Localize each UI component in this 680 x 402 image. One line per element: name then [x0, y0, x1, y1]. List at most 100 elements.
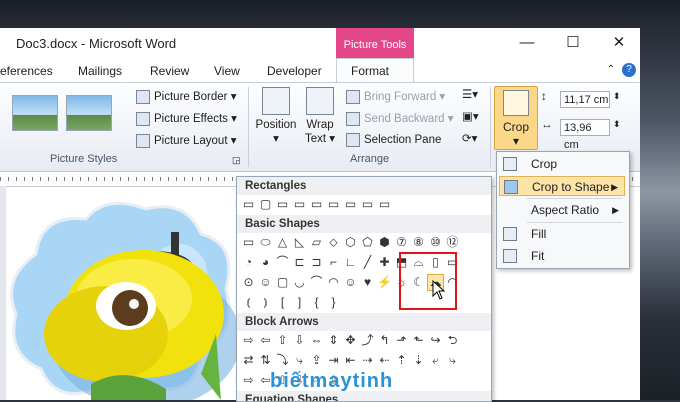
curved-right-arrow-shape[interactable]: ↪: [428, 333, 443, 348]
curved-left-arrow-shape[interactable]: ⮌: [445, 333, 460, 348]
chord-shape[interactable]: ◕: [258, 255, 273, 270]
wrap-text-button[interactable]: Wrap Text ▾: [302, 87, 338, 145]
down-arrow-shape[interactable]: ⇩: [292, 333, 307, 348]
shape-width-input[interactable]: 13,96 cm: [560, 119, 610, 151]
position-button[interactable]: Position ▾: [254, 87, 298, 145]
notched-arrow-shape[interactable]: ⇅: [258, 353, 273, 368]
oval-shape[interactable]: ⬭: [258, 235, 273, 250]
curved-up-arrow-shape[interactable]: ⤷: [292, 353, 307, 368]
tab-format[interactable]: Format: [336, 58, 414, 82]
curved-down-arrow-shape[interactable]: ⤵: [275, 353, 290, 368]
left-right-arrow-callout-shape[interactable]: ⤶: [428, 353, 443, 368]
tab-developer[interactable]: Developer: [267, 64, 322, 78]
left-arrow-callout-shape[interactable]: ⇠: [377, 353, 392, 368]
block-arc-shape[interactable]: ▢: [275, 275, 290, 290]
frame-shape[interactable]: ⊏: [292, 255, 307, 270]
menu-item-aspect-ratio[interactable]: Aspect Ratio ▶: [499, 200, 625, 220]
shape-height-input[interactable]: 11,17 cm: [560, 91, 610, 108]
dialog-launcher-icon[interactable]: ◲: [232, 155, 241, 166]
lightning-bolt-shape[interactable]: ⚡: [377, 275, 392, 290]
right-arrow-shape[interactable]: ⇨: [241, 333, 256, 348]
hexagon-shape[interactable]: ⬡: [343, 235, 358, 250]
snip-rectangle-shape[interactable]: ▭: [292, 197, 307, 212]
double-brace-shape[interactable]: ⦆: [258, 295, 273, 310]
picture-style-thumbnail-2[interactable]: [66, 95, 112, 131]
selection-pane-button[interactable]: Selection Pane: [346, 133, 441, 147]
up-arrow-shape[interactable]: ⇧: [275, 333, 290, 348]
up-down-arrow-shape[interactable]: ⇕: [326, 333, 341, 348]
heptagon-shape[interactable]: ⑦: [394, 235, 409, 250]
up-arrow-callout-shape[interactable]: ⇪: [309, 353, 324, 368]
triangle-shape[interactable]: △: [275, 235, 290, 250]
picture-effects-button[interactable]: Picture Effects ▾: [136, 111, 237, 126]
round-rectangle-shape[interactable]: ▭: [343, 197, 358, 212]
bent-up-arrow-shape[interactable]: ⬑: [411, 333, 426, 348]
bee-picture[interactable]: [6, 194, 238, 400]
left-arrow-shape[interactable]: ⇦: [258, 333, 273, 348]
octagon-shape[interactable]: ⬢: [377, 235, 392, 250]
circular-arrow-shape[interactable]: ⇨: [241, 373, 256, 388]
picture-style-thumbnail-1[interactable]: [12, 95, 58, 131]
snip-rectangle-shape[interactable]: ▭: [326, 197, 341, 212]
smiley-face-shape[interactable]: ☺: [343, 275, 358, 290]
text-box-shape[interactable]: ▭: [241, 235, 256, 250]
menu-item-fill[interactable]: Fill: [499, 224, 625, 244]
round-rectangle-shape[interactable]: ▭: [360, 197, 375, 212]
crop-button[interactable]: Crop ▾: [494, 86, 538, 150]
left-brace-shape[interactable]: {: [309, 295, 324, 310]
menu-item-crop[interactable]: Crop: [499, 154, 625, 174]
picture-border-button[interactable]: Picture Border ▾: [136, 89, 236, 104]
tab-view[interactable]: View: [214, 64, 240, 78]
parallelogram-shape[interactable]: ▱: [309, 235, 324, 250]
left-up-arrow-shape[interactable]: ⬏: [394, 333, 409, 348]
corner-shape[interactable]: ∟: [343, 255, 358, 270]
rotate-icon[interactable]: ⟳▾: [462, 131, 477, 145]
tab-review[interactable]: Review: [150, 64, 189, 78]
left-bracket-shape[interactable]: [: [275, 295, 290, 310]
pie-shape[interactable]: ◔: [241, 255, 256, 270]
heart-shape[interactable]: ♥: [360, 275, 375, 290]
right-bracket-shape[interactable]: ]: [292, 295, 307, 310]
tab-references[interactable]: eferences: [0, 64, 53, 78]
down-arrow-callout-shape[interactable]: ⇣: [411, 353, 426, 368]
chevron-shape[interactable]: ⇤: [343, 353, 358, 368]
right-arrow-callout-shape[interactable]: ⇢: [360, 353, 375, 368]
smiley-face-shape[interactable]: ⌒: [309, 275, 324, 290]
width-spinner[interactable]: ⬍: [613, 119, 621, 130]
rectangle-shape[interactable]: ▭: [241, 197, 256, 212]
snip-rectangle-shape[interactable]: ▭: [309, 197, 324, 212]
close-button[interactable]: ✕: [596, 28, 640, 58]
folded-corner-shape[interactable]: ◡: [292, 275, 307, 290]
quad-arrow-callout-shape[interactable]: ⤷: [445, 353, 460, 368]
menu-item-crop-to-shape[interactable]: Crop to Shape ▶: [499, 176, 625, 196]
double-bracket-shape[interactable]: ⦅: [241, 295, 256, 310]
half-frame-shape[interactable]: ⊐: [309, 255, 324, 270]
dodecagon-shape[interactable]: ⑫: [445, 235, 460, 250]
tab-mailings[interactable]: Mailings: [78, 64, 122, 78]
diamond-shape[interactable]: ⬦: [326, 235, 341, 250]
striped-arrow-shape[interactable]: ⇄: [241, 353, 256, 368]
snip-rectangle-shape[interactable]: ▭: [275, 197, 290, 212]
teardrop-shape[interactable]: ⌒: [275, 255, 290, 270]
right-triangle-shape[interactable]: ◺: [292, 235, 307, 250]
align-icon[interactable]: ☰▾: [462, 87, 478, 101]
minimize-button[interactable]: —: [504, 28, 550, 58]
bent-arrow-shape[interactable]: ⤴: [360, 333, 375, 348]
send-backward-button[interactable]: Send Backward ▾: [346, 111, 454, 126]
donut-shape[interactable]: ⊙: [241, 275, 256, 290]
right-brace-shape[interactable]: }: [326, 295, 341, 310]
bring-forward-button[interactable]: Bring Forward ▾: [346, 89, 445, 104]
heart-shape[interactable]: ◠: [326, 275, 341, 290]
group-icon[interactable]: ▣▾: [462, 109, 479, 123]
pentagon-shape[interactable]: ⬠: [360, 235, 375, 250]
picture-layout-button[interactable]: Picture Layout ▾: [136, 133, 236, 148]
left-right-arrow-shape[interactable]: ⇔: [309, 333, 324, 348]
octagon-shape[interactable]: ⑧: [411, 235, 426, 250]
no-symbol-shape[interactable]: ☺: [258, 275, 273, 290]
help-icon[interactable]: ?: [622, 63, 636, 77]
rounded-rectangle-shape[interactable]: ▢: [258, 197, 273, 212]
height-spinner[interactable]: ⬍: [613, 91, 621, 102]
cross-shape[interactable]: ✚: [377, 255, 392, 270]
l-shape[interactable]: ⌐: [326, 255, 341, 270]
round-rectangle-shape[interactable]: ▭: [377, 197, 392, 212]
